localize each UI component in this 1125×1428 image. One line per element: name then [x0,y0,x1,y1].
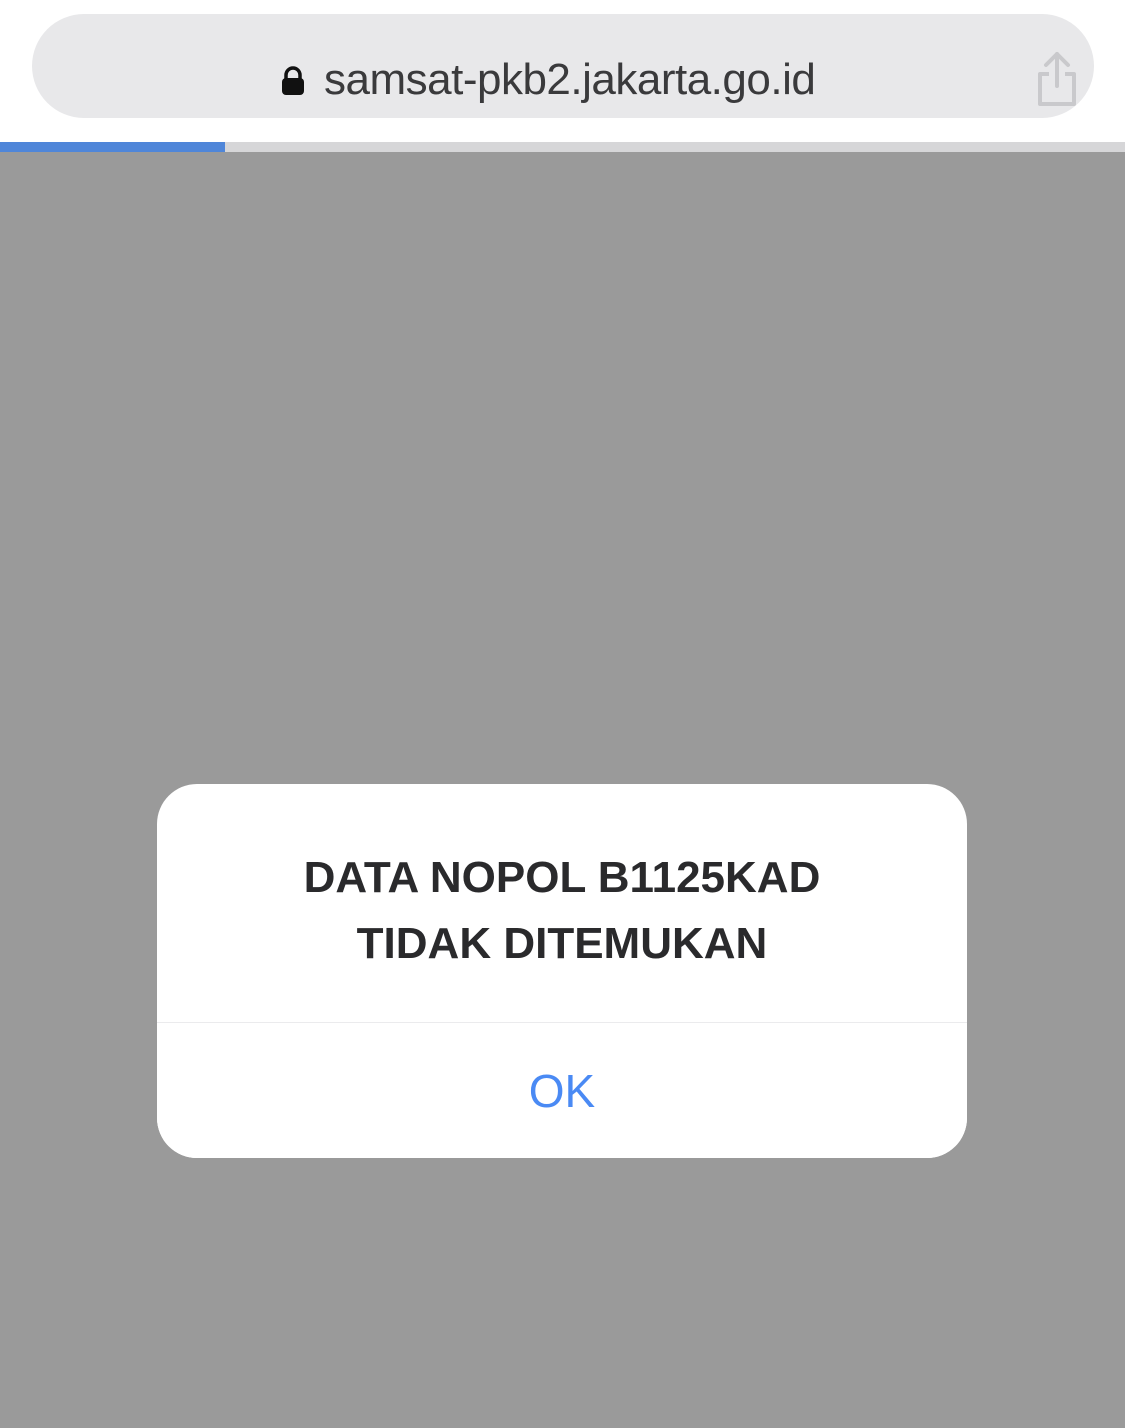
ok-button[interactable]: OK [157,1023,967,1158]
lock-icon [282,66,304,95]
share-icon[interactable] [1032,50,1082,108]
page-load-progress-bar [0,142,1125,152]
page-load-progress-fill [0,142,225,152]
alert-dialog: DATA NOPOL B1125KAD TIDAK DITEMUKAN OK [157,784,967,1158]
browser-toolbar: samsat-pkb2.jakarta.go.id [0,0,1125,142]
address-bar[interactable]: samsat-pkb2.jakarta.go.id [32,14,1094,118]
alert-message: DATA NOPOL B1125KAD TIDAK DITEMUKAN [303,853,821,968]
alert-body: DATA NOPOL B1125KAD TIDAK DITEMUKAN [157,784,967,1022]
url-text[interactable]: samsat-pkb2.jakarta.go.id [324,52,816,108]
